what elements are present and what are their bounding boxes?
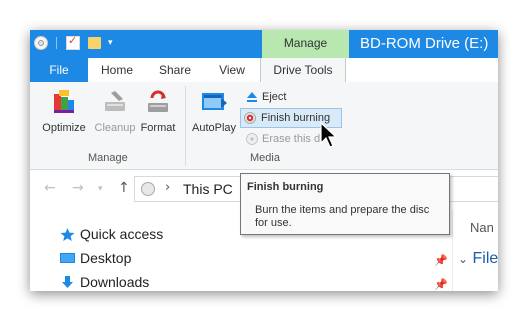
tooltip: Finish burning Burn the items and prepar… bbox=[240, 173, 450, 235]
mouse-pointer-icon bbox=[320, 122, 338, 148]
cleanup-icon bbox=[105, 91, 125, 111]
explorer-window: ▾ Manage BD-ROM Drive (E:) File Home Sha… bbox=[30, 30, 498, 291]
tab-view[interactable]: View bbox=[204, 58, 260, 82]
forward-arrow-icon[interactable]: → bbox=[72, 180, 84, 196]
eject-label: Eject bbox=[262, 91, 287, 103]
tab-drive-tools[interactable]: Drive Tools bbox=[260, 58, 346, 84]
group-header-label: File bbox=[472, 250, 498, 267]
group-divider bbox=[185, 86, 186, 166]
format-label: Format bbox=[140, 122, 176, 134]
erase-disc-label: Erase this d bbox=[262, 133, 321, 145]
pin-icon[interactable]: 📌 bbox=[434, 278, 448, 291]
format-button[interactable]: Format bbox=[136, 86, 180, 142]
optimize-button[interactable]: Optimize bbox=[36, 86, 92, 142]
pane-divider[interactable] bbox=[452, 210, 453, 291]
disc-drive-icon bbox=[141, 182, 155, 196]
breadcrumb-this-pc[interactable]: This PC bbox=[183, 181, 233, 197]
erase-disc-button[interactable]: Erase this d bbox=[242, 129, 362, 149]
optimize-icon bbox=[54, 90, 74, 113]
up-arrow-icon[interactable]: ↑ bbox=[118, 180, 130, 196]
tooltip-title: Finish burning bbox=[247, 181, 324, 193]
ribbon: Optimize Cleanup Format Manage AutoPlay … bbox=[30, 82, 498, 170]
finish-burning-icon bbox=[244, 112, 256, 124]
tooltip-body: Burn the items and prepare the disc for … bbox=[255, 204, 430, 229]
recent-locations-chevron-icon[interactable]: ▾ bbox=[98, 184, 103, 194]
optimize-label: Optimize bbox=[42, 122, 86, 134]
contextual-tab-manage: Manage bbox=[262, 30, 349, 58]
window-title: BD-ROM Drive (E:) bbox=[360, 35, 489, 52]
group-label-manage: Manage bbox=[88, 152, 128, 164]
nav-item-desktop[interactable]: Desktop bbox=[58, 250, 131, 266]
tab-share[interactable]: Share bbox=[146, 58, 204, 82]
ribbon-tabs: File Home Share View Drive Tools bbox=[30, 58, 498, 84]
desktop-icon bbox=[60, 253, 75, 263]
format-icon bbox=[148, 90, 168, 112]
nav-item-label: Quick access bbox=[80, 226, 164, 242]
nav-item-downloads[interactable]: Downloads bbox=[58, 274, 149, 290]
nav-item-label: Desktop bbox=[80, 250, 132, 266]
pin-icon[interactable]: 📌 bbox=[434, 254, 448, 267]
star-icon bbox=[60, 228, 75, 241]
breadcrumb-separator[interactable]: › bbox=[165, 180, 170, 195]
cleanup-button[interactable]: Cleanup bbox=[90, 86, 140, 142]
autoplay-label: AutoPlay bbox=[191, 122, 237, 134]
autoplay-icon bbox=[202, 93, 227, 110]
title-bar: ▾ Manage BD-ROM Drive (E:) bbox=[30, 30, 498, 58]
group-label-media: Media bbox=[250, 152, 280, 164]
toolbar-separator bbox=[56, 37, 57, 49]
column-header-name[interactable]: Nan bbox=[470, 220, 494, 235]
cleanup-label: Cleanup bbox=[94, 122, 136, 134]
eject-icon bbox=[247, 92, 257, 102]
nav-item-quick-access[interactable]: Quick access bbox=[58, 226, 163, 242]
new-folder-icon[interactable] bbox=[88, 37, 101, 49]
autoplay-button[interactable]: AutoPlay bbox=[188, 86, 240, 142]
download-icon bbox=[62, 276, 73, 288]
customize-dropdown-icon[interactable]: ▾ bbox=[108, 38, 113, 48]
chevron-down-icon[interactable]: ⌄ bbox=[458, 252, 468, 266]
nav-item-label: Downloads bbox=[80, 274, 150, 290]
eject-button[interactable]: Eject bbox=[242, 87, 322, 107]
tab-home[interactable]: Home bbox=[88, 58, 146, 82]
tab-file[interactable]: File bbox=[30, 58, 88, 82]
disc-icon[interactable] bbox=[34, 36, 48, 50]
group-header-files[interactable]: ⌄ File bbox=[458, 250, 498, 268]
erase-disc-icon bbox=[246, 133, 258, 145]
back-arrow-icon[interactable]: ← bbox=[44, 180, 56, 196]
properties-icon[interactable] bbox=[66, 34, 80, 50]
